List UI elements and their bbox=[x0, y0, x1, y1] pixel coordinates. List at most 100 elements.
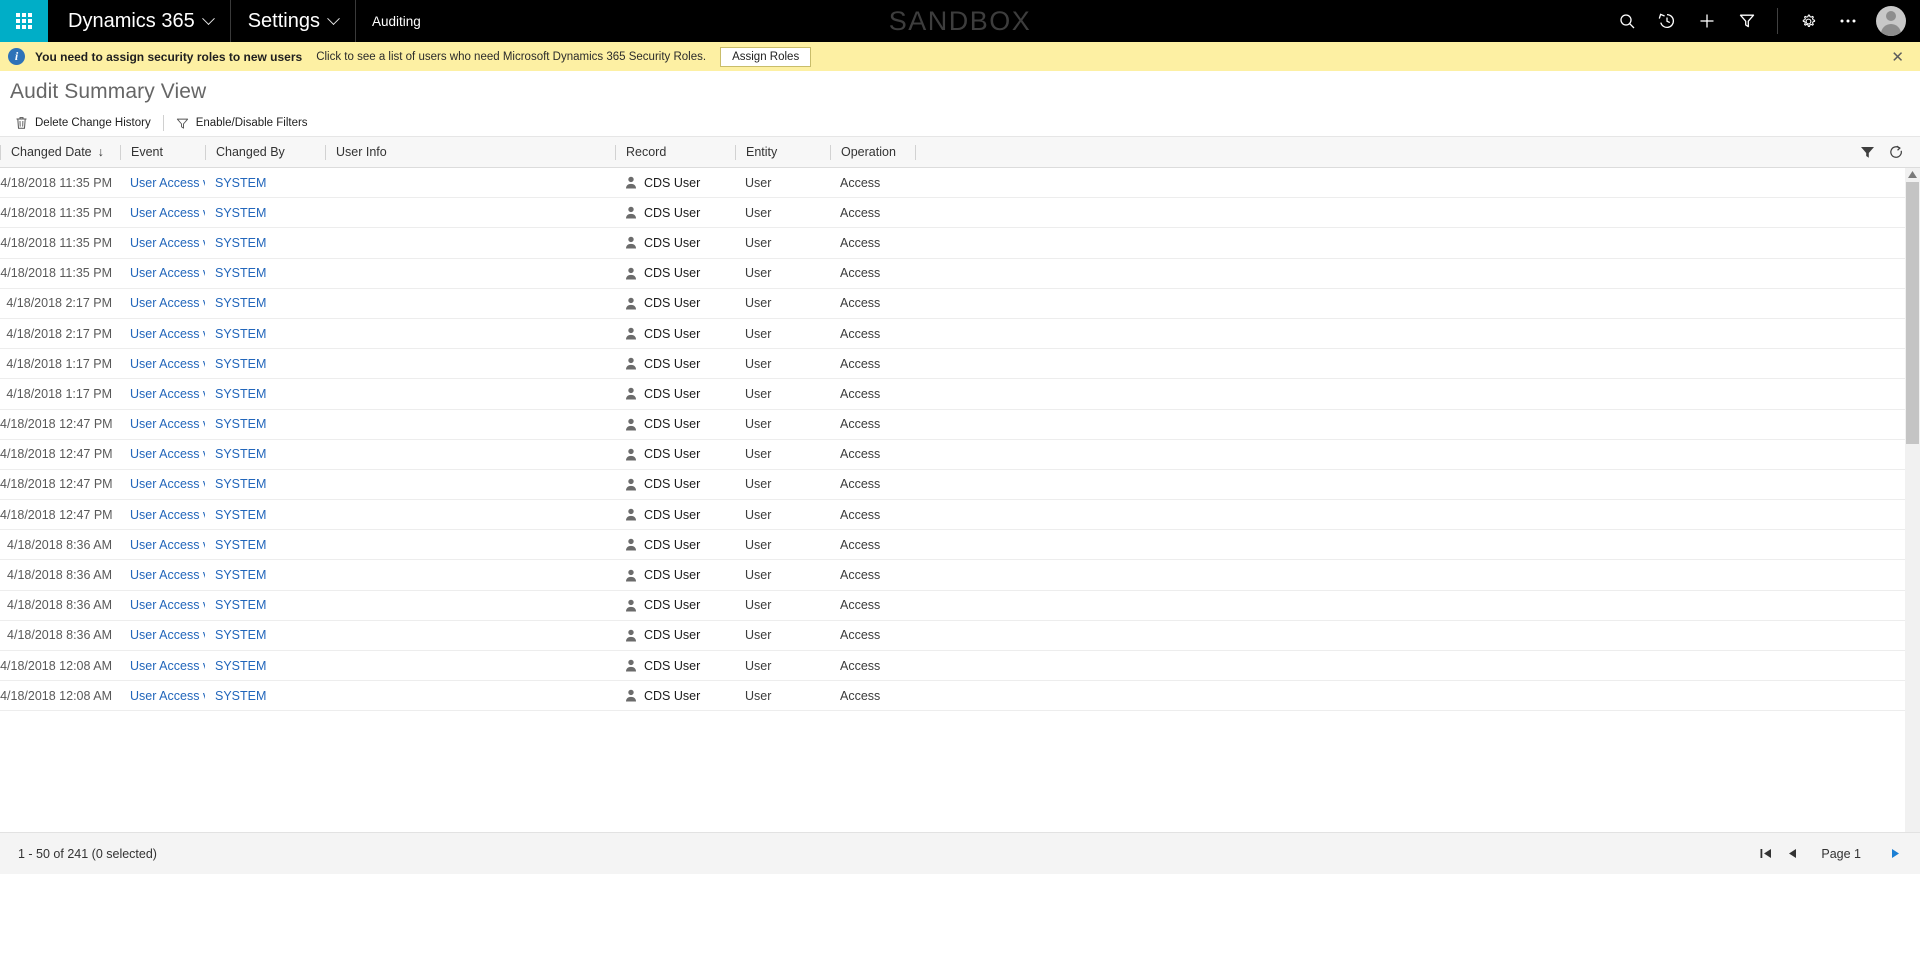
more-options-button[interactable] bbox=[1828, 0, 1868, 42]
area-dropdown[interactable]: Settings bbox=[231, 0, 356, 42]
table-row[interactable]: 4/18/2018 11:35 PM User Access v...SYSTEM… bbox=[0, 168, 1920, 199]
cell-changed-by-link[interactable]: SYSTEM bbox=[205, 417, 325, 431]
cell-event-link[interactable]: User Access v... bbox=[120, 628, 205, 642]
cell-event-link[interactable]: User Access v... bbox=[120, 327, 205, 341]
enable-disable-filters-button[interactable]: Enable/Disable Filters bbox=[167, 111, 317, 135]
table-row[interactable]: 4/18/2018 11:35 PM User Access v...SYSTEM… bbox=[0, 228, 1920, 259]
table-row[interactable]: 4/18/2018 11:35 PM User Access v...SYSTEM… bbox=[0, 258, 1920, 289]
search-button[interactable] bbox=[1607, 0, 1647, 42]
cell-changed-by-link[interactable]: SYSTEM bbox=[205, 266, 325, 280]
user-avatar[interactable] bbox=[1876, 6, 1906, 36]
cell-record[interactable]: CDS User bbox=[615, 598, 735, 612]
cell-event-link[interactable]: User Access v... bbox=[120, 357, 205, 371]
cell-record[interactable]: CDS User bbox=[615, 477, 735, 491]
column-header-changed-by[interactable]: Changed By bbox=[205, 144, 325, 160]
cell-record[interactable]: CDS User bbox=[615, 538, 735, 552]
cell-record[interactable]: CDS User bbox=[615, 266, 735, 280]
cell-record[interactable]: CDS User bbox=[615, 447, 735, 461]
cell-changed-by-link[interactable]: SYSTEM bbox=[205, 659, 325, 673]
cell-event-link[interactable]: User Access v... bbox=[120, 689, 205, 703]
cell-record[interactable]: CDS User bbox=[615, 176, 735, 190]
table-row[interactable]: 4/18/2018 2:17 PM User Access v...SYSTEM C… bbox=[0, 288, 1920, 319]
grid-vertical-scrollbar[interactable] bbox=[1905, 168, 1920, 832]
cell-event-link[interactable]: User Access v... bbox=[120, 508, 205, 522]
table-row[interactable]: 4/18/2018 12:47 PM User Access v...SYSTEM… bbox=[0, 409, 1920, 440]
cell-changed-by-link[interactable]: SYSTEM bbox=[205, 357, 325, 371]
cell-changed-by-link[interactable]: SYSTEM bbox=[205, 568, 325, 582]
cell-changed-by-link[interactable]: SYSTEM bbox=[205, 387, 325, 401]
table-row[interactable]: 4/18/2018 1:17 PM User Access v...SYSTEM C… bbox=[0, 379, 1920, 410]
cell-changed-by-link[interactable]: SYSTEM bbox=[205, 296, 325, 310]
table-row[interactable]: 4/18/2018 8:36 AM User Access v...SYSTEM C… bbox=[0, 560, 1920, 591]
next-page-button[interactable] bbox=[1885, 847, 1906, 860]
column-header-operation[interactable]: Operation bbox=[830, 144, 915, 160]
settings-button[interactable] bbox=[1788, 0, 1828, 42]
cell-event-link[interactable]: User Access v... bbox=[120, 417, 205, 431]
cell-record[interactable]: CDS User bbox=[615, 296, 735, 310]
table-row[interactable]: 4/18/2018 12:08 AM User Access v...SYSTEM… bbox=[0, 651, 1920, 682]
cell-changed-by-link[interactable]: SYSTEM bbox=[205, 206, 325, 220]
cell-event-link[interactable]: User Access v... bbox=[120, 236, 205, 250]
table-row[interactable]: 4/18/2018 8:36 AM User Access v...SYSTEM C… bbox=[0, 590, 1920, 621]
delete-change-history-button[interactable]: Delete Change History bbox=[6, 111, 160, 135]
app-name-dropdown[interactable]: Dynamics 365 bbox=[48, 0, 231, 42]
table-row[interactable]: 4/18/2018 1:17 PM User Access v...SYSTEM C… bbox=[0, 349, 1920, 380]
cell-changed-by-link[interactable]: SYSTEM bbox=[205, 176, 325, 190]
cell-record[interactable]: CDS User bbox=[615, 568, 735, 582]
cell-record[interactable]: CDS User bbox=[615, 628, 735, 642]
cell-changed-by-link[interactable]: SYSTEM bbox=[205, 236, 325, 250]
cell-changed-by-link[interactable]: SYSTEM bbox=[205, 508, 325, 522]
table-row[interactable]: 4/18/2018 12:08 AM User Access v...SYSTEM… bbox=[0, 681, 1920, 712]
cell-event-link[interactable]: User Access v... bbox=[120, 266, 205, 280]
cell-changed-by-link[interactable]: SYSTEM bbox=[205, 447, 325, 461]
table-row[interactable]: 4/18/2018 2:17 PM User Access v...SYSTEM C… bbox=[0, 318, 1920, 350]
table-row[interactable]: 4/18/2018 12:47 PM User Access v...SYSTEM… bbox=[0, 469, 1920, 501]
cell-event-link[interactable]: User Access v... bbox=[120, 477, 205, 491]
cell-record[interactable]: CDS User bbox=[615, 327, 735, 341]
quick-create-button[interactable] bbox=[1687, 0, 1727, 42]
cell-record[interactable]: CDS User bbox=[615, 689, 735, 703]
table-row[interactable]: 4/18/2018 8:36 AM User Access v...SYSTEM C… bbox=[0, 530, 1920, 561]
cell-changed-by-link[interactable]: SYSTEM bbox=[205, 538, 325, 552]
cell-changed-by-link[interactable]: SYSTEM bbox=[205, 327, 325, 341]
cell-record[interactable]: CDS User bbox=[615, 236, 735, 250]
cell-record[interactable]: CDS User bbox=[615, 357, 735, 371]
previous-page-button[interactable] bbox=[1782, 847, 1803, 860]
assign-roles-button[interactable]: Assign Roles bbox=[720, 46, 812, 67]
cell-changed-by-link[interactable]: SYSTEM bbox=[205, 477, 325, 491]
advanced-find-button[interactable] bbox=[1727, 0, 1767, 42]
column-header-event[interactable]: Event bbox=[120, 144, 205, 160]
column-header-entity[interactable]: Entity bbox=[735, 144, 830, 160]
scrollbar-thumb[interactable] bbox=[1906, 182, 1919, 444]
subarea-auditing[interactable]: Auditing bbox=[356, 0, 438, 42]
app-launcher-button[interactable] bbox=[0, 0, 48, 42]
cell-event-link[interactable]: User Access v... bbox=[120, 296, 205, 310]
cell-event-link[interactable]: User Access v... bbox=[120, 568, 205, 582]
cell-changed-by-link[interactable]: SYSTEM bbox=[205, 598, 325, 612]
cell-record[interactable]: CDS User bbox=[615, 206, 735, 220]
cell-changed-by-link[interactable]: SYSTEM bbox=[205, 628, 325, 642]
first-page-button[interactable] bbox=[1754, 847, 1778, 860]
cell-changed-by-link[interactable]: SYSTEM bbox=[205, 689, 325, 703]
table-row[interactable]: 4/18/2018 12:47 PM User Access v...SYSTEM… bbox=[0, 439, 1920, 470]
cell-event-link[interactable]: User Access v... bbox=[120, 206, 205, 220]
cell-event-link[interactable]: User Access v... bbox=[120, 538, 205, 552]
cell-event-link[interactable]: User Access v... bbox=[120, 598, 205, 612]
grid-filter-button[interactable] bbox=[1860, 145, 1875, 159]
recent-history-button[interactable] bbox=[1647, 0, 1687, 42]
cell-record[interactable]: CDS User bbox=[615, 659, 735, 673]
cell-record[interactable]: CDS User bbox=[615, 387, 735, 401]
scroll-up-icon[interactable] bbox=[1908, 171, 1917, 178]
cell-event-link[interactable]: User Access v... bbox=[120, 387, 205, 401]
grid-refresh-button[interactable] bbox=[1889, 145, 1904, 160]
column-header-user-info[interactable]: User Info bbox=[325, 144, 615, 160]
table-row[interactable]: 4/18/2018 11:35 PM User Access v...SYSTEM… bbox=[0, 198, 1920, 229]
column-header-record[interactable]: Record bbox=[615, 144, 735, 160]
column-header-changed-date[interactable]: Changed Date ↓ bbox=[0, 144, 120, 160]
cell-event-link[interactable]: User Access v... bbox=[120, 176, 205, 190]
table-row[interactable]: 4/18/2018 8:36 AM User Access v...SYSTEM C… bbox=[0, 620, 1920, 651]
table-row[interactable]: 4/18/2018 12:47 PM User Access v...SYSTEM… bbox=[0, 500, 1920, 531]
cell-event-link[interactable]: User Access v... bbox=[120, 447, 205, 461]
cell-record[interactable]: CDS User bbox=[615, 508, 735, 522]
cell-record[interactable]: CDS User bbox=[615, 417, 735, 431]
